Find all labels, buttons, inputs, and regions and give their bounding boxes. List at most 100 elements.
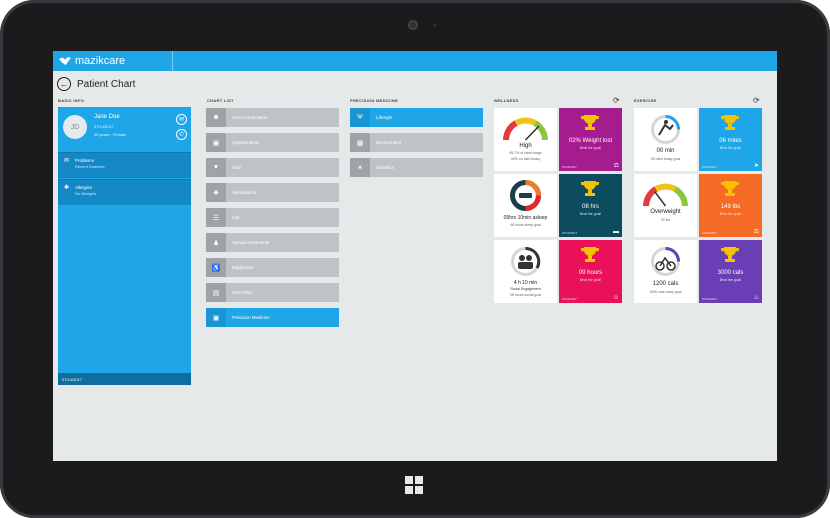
exercise-tile-activity[interactable]: 00 min 30 mins today goal [634,108,697,171]
pm-item-genetics[interactable]: ✶ Genetics [350,158,483,177]
wellness-tile-sleep-goal[interactable]: 08 hrs Beat the goal! 07/13/2017 ▬ [559,174,622,237]
section-title-exercise: EXERCISE [634,98,657,103]
exercise-tile-calories[interactable]: 1200 cals 2000 cals today goal [634,240,697,303]
sensor-dot [433,24,436,27]
social-goal-date: 07/11/2017 [562,297,577,301]
wellness-tile-stress[interactable]: High 65.7% of ideal range 43% on alert t… [494,108,557,171]
chart-item-vital[interactable]: ♥ Vital [206,158,339,177]
social-sub1: Social Engagement [510,287,541,291]
patient-name: Jane Doe [94,114,120,120]
bed-icon: ▬ [613,229,619,235]
back-arrow-icon[interactable]: ← [57,77,71,91]
folder-icon: ▣ [206,133,226,152]
app-screen: mazikcare ← Patient Chart BASIC INFO CHA… [53,51,777,461]
heart-icon: ♥ [206,158,226,177]
exercise-tile-bmi[interactable]: Overweight 30 lbs [634,174,697,237]
patient-row-allergies[interactable]: ✱ Allergies No Allergies [58,179,191,205]
wellness-tile-social-goal[interactable]: 09 hours Beat the goal! 07/11/2017 ☺ [559,240,622,303]
exercise-refresh-icon[interactable]: ⟳ [753,96,760,105]
chart-item-care-coordination[interactable]: ☻ Care coordination [206,108,339,127]
section-title-chart-list: CHART LIST [207,98,234,103]
patient-dob: 07/14/2017 [94,124,115,129]
sleep-value: 05hrs 10min asleep [503,215,548,221]
allergies-title: Allergies [75,185,93,190]
activity-sub: 30 mins today goal [650,157,681,161]
chart-item-equipment[interactable]: ♿ Equipment [206,258,339,277]
sleep-goal-date: 07/13/2017 [562,231,578,235]
wellness-refresh-icon[interactable]: ⟳ [613,96,620,105]
scale-icon: ⚖ [613,163,619,169]
bmi-sub1: 30 lbs [660,218,671,222]
pills-icon: ❖ [206,183,226,202]
trophy-icon [581,181,599,196]
genetics-icon: ✶ [350,158,370,177]
stress-sub1: 65.7% of ideal range [509,151,542,155]
group-icon: ☻ [206,108,226,127]
exercise-tile-miles-goal[interactable]: 06 miles Beat the goal! 07/12/2017 ➤ [699,108,762,171]
problems-subtitle: Recent Diabetes [75,164,105,169]
chart-item-appointments[interactable]: ▣ Appointments [206,133,339,152]
brand-logo[interactable]: mazikcare [53,51,173,71]
sleep-sub: 08 hours sleep goal [510,223,541,227]
weight-goal-value: 02% Weight lost [568,138,613,144]
social-goal-value: 09 hours [578,270,603,276]
page-title: Patient Chart [77,78,136,90]
page-header: ← Patient Chart [57,77,135,91]
exercise-tile-calories-goal[interactable]: 3000 cals Beat the goal! 07/13/2017 ♨ [699,240,762,303]
section-title-wellness: WELLNESS [494,98,519,103]
chart-item-medications[interactable]: ❖ Medications [206,183,339,202]
social-ring [509,245,542,278]
lab-icon: ☰ [206,208,226,227]
patient-card[interactable]: JD Jane Doe 07/14/2017 45 years · Female… [58,107,191,385]
section-title-basic-info: BASIC INFO [58,98,85,103]
weight-goal-date: 07/11/2017 [562,165,577,169]
trophy-icon [721,115,739,130]
people-icon: ☺ [612,295,619,301]
wellness-tile-sleep[interactable]: 05hrs 10min asleep 08 hours sleep goal [494,174,557,237]
patient-demographics: 45 years · Female [94,132,127,137]
exercise-tile-weight-goal[interactable]: 149 lbs Beat the goal! 07/12/2017 ⚖ [699,174,762,237]
top-bar: mazikcare [53,51,777,71]
calories-sub: 2000 cals today goal [649,290,682,294]
social-value: 4 h 10 min [513,280,538,286]
wellness-tile-weight-goal[interactable]: 02% Weight lost Beat the goal! 07/11/201… [559,108,622,171]
social-goal-sub: Beat the goal! [579,278,602,282]
email-icon[interactable]: ✉ [176,114,187,125]
runner-icon: ➤ [753,163,759,169]
calories-value: 1200 cals [652,281,679,287]
pm-item-lifestyle[interactable]: Ψ Lifestyle [350,108,483,127]
bmi-value: Overweight [650,209,681,215]
exercise-weight-value: 149 lbs [720,204,741,210]
exercise-weight-sub: Beat the goal! [719,212,742,216]
camera-icon [408,20,418,30]
patient-row-problems[interactable]: ✉ Problems Recent Diabetes [58,152,191,178]
person-icon: ♟ [206,233,226,252]
miles-goal-date: 07/12/2017 [702,165,718,169]
wheelchair-icon: ♿ [206,258,226,277]
sleep-goal-sub: Beat the goal! [579,212,602,216]
chart-item-special-treatments[interactable]: ♟ Special treatments [206,233,339,252]
weight-icon: ⚖ [753,229,759,235]
chart-item-care-plan[interactable]: ▤ Care Plan [206,283,339,302]
pm-item-environment[interactable]: ▦ Environment [350,133,483,152]
avatar: JD [63,115,87,139]
trophy-icon [721,247,739,262]
windows-logo-icon[interactable] [405,476,423,494]
miles-goal-value: 06 miles [719,138,742,144]
folder-icon: ▣ [206,308,226,327]
tablet-frame: mazikcare ← Patient Chart BASIC INFO CHA… [0,0,830,518]
wellness-tile-social[interactable]: 4 h 10 min Social Engagement 06 hours so… [494,240,557,303]
exercise-weight-date: 07/12/2017 [702,231,718,235]
allergies-subtitle: No Allergies [75,191,97,196]
gauge-icon [643,183,688,207]
phone-icon[interactable]: ✆ [176,129,187,140]
trophy-icon [581,115,599,130]
chart-item-lab[interactable]: ☰ Lab [206,208,339,227]
trophy-icon [721,181,739,196]
stress-value: High [519,143,532,149]
lifestyle-icon: Ψ [350,108,370,127]
clipboard-icon: ✉ [64,158,70,164]
chart-item-precision-medicine[interactable]: ▣ Precision Medicine [206,308,339,327]
social-sub2: 06 hours social goal [509,293,542,297]
sleep-goal-value: 08 hrs [582,204,599,210]
